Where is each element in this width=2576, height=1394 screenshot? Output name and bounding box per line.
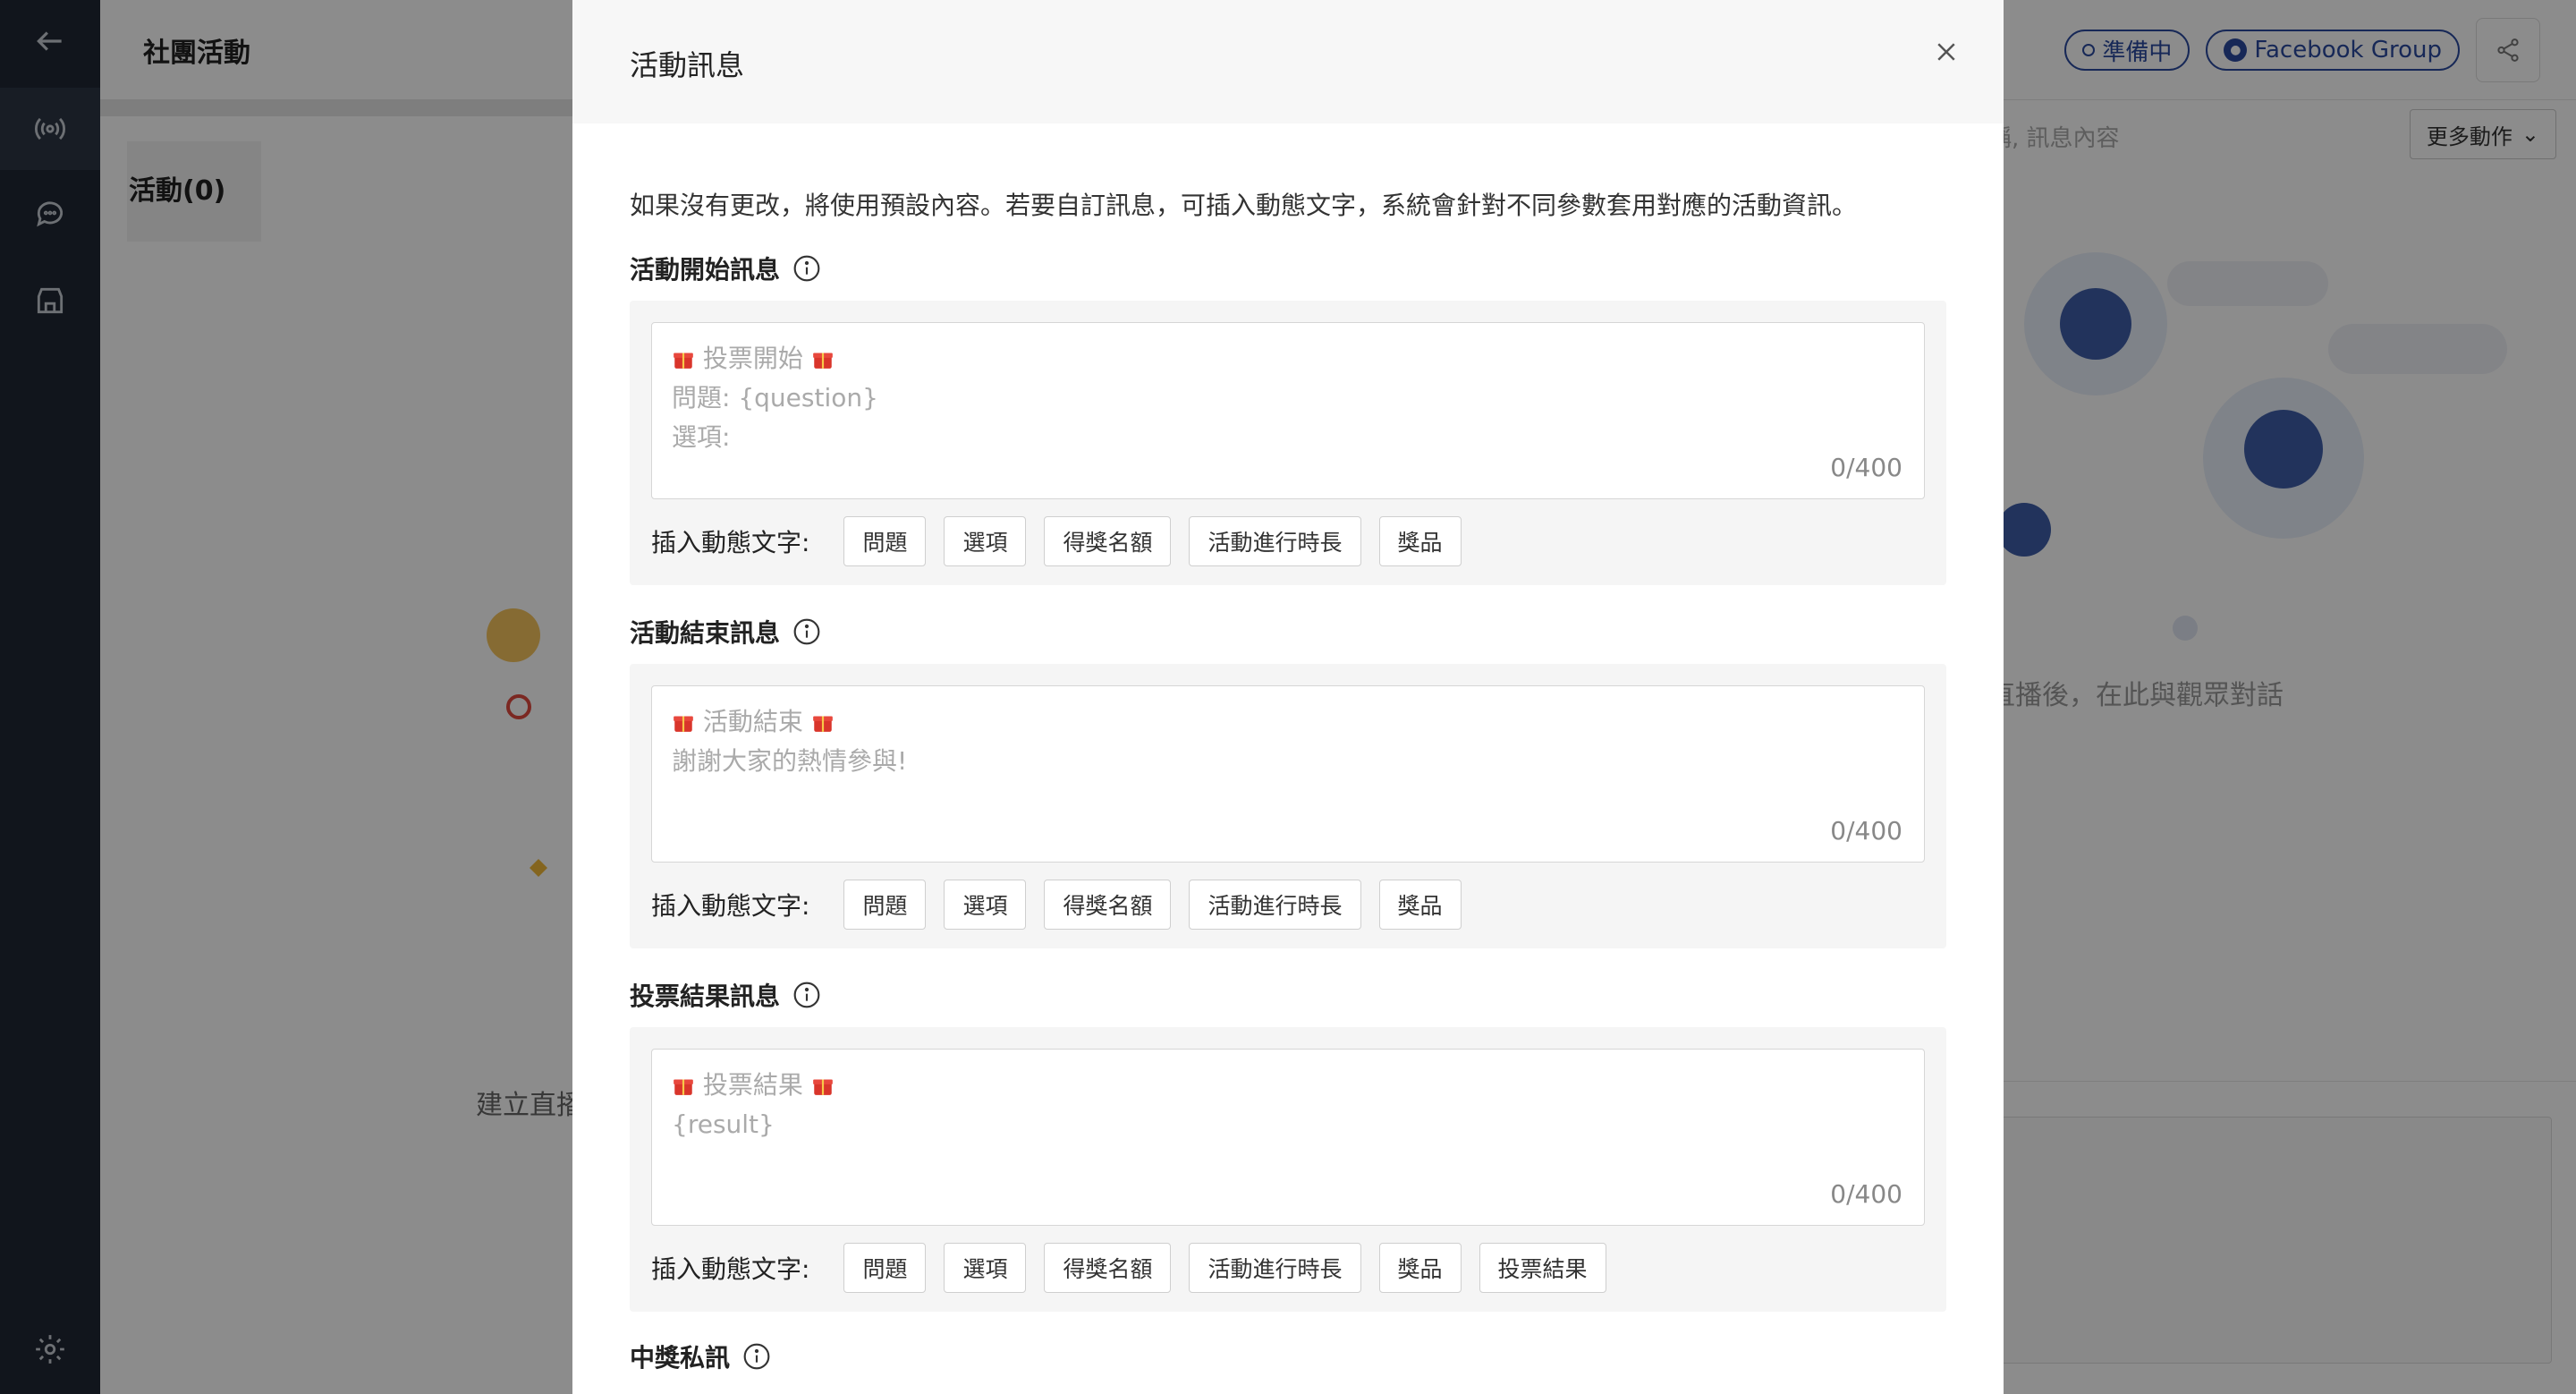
modal-title: 活動訊息 bbox=[630, 48, 745, 82]
section-start-label: 活動開始訊息 bbox=[630, 251, 821, 286]
insert-label: 插入動態文字: bbox=[651, 1254, 810, 1284]
section-result-label: 投票結果訊息 bbox=[630, 977, 821, 1013]
char-counter: 0/400 bbox=[1830, 816, 1902, 846]
insert-dynamic-row: 插入動態文字: 問題 選項 得獎名額 活動進行時長 獎品 投票結果 bbox=[651, 1242, 1606, 1294]
chip-options[interactable]: 選項 bbox=[944, 880, 1027, 930]
chip-prize[interactable]: 獎品 bbox=[1378, 1243, 1462, 1293]
section-end-box: 活動結束 謝謝大家的熱情參與! 0/400 插入動態文字: 問題 選項 得獎名額… bbox=[630, 664, 1946, 948]
gift-icon bbox=[674, 716, 693, 732]
section-result-box: 投票結果 {result} 0/400 插入動態文字: 問題 選項 得獎名額 活… bbox=[630, 1027, 1946, 1312]
textarea-line: 謝謝大家的熱情參與! bbox=[672, 746, 908, 776]
gift-icon bbox=[674, 1079, 693, 1095]
info-icon[interactable] bbox=[792, 981, 821, 1009]
chip-options[interactable]: 選項 bbox=[944, 516, 1027, 566]
section-end-label: 活動結束訊息 bbox=[630, 614, 821, 650]
gift-icon bbox=[674, 353, 693, 369]
activity-message-modal: 活動訊息 如果沒有更改，將使用預設內容。若要自訂訊息，可插入動態文字，系統會針對… bbox=[572, 0, 2004, 1394]
info-icon[interactable] bbox=[742, 1342, 771, 1371]
chip-winner-count[interactable]: 得獎名額 bbox=[1044, 880, 1172, 930]
chip-question[interactable]: 問題 bbox=[843, 1243, 927, 1293]
info-icon[interactable] bbox=[792, 254, 821, 283]
section-title: 活動結束訊息 bbox=[630, 618, 781, 648]
textarea-line: 投票開始 bbox=[702, 344, 803, 373]
chip-winner-count[interactable]: 得獎名額 bbox=[1044, 516, 1172, 566]
section-title: 投票結果訊息 bbox=[630, 982, 781, 1011]
insert-label: 插入動態文字: bbox=[651, 891, 810, 921]
char-counter: 0/400 bbox=[1830, 1179, 1902, 1209]
chip-options[interactable]: 選項 bbox=[944, 1243, 1027, 1293]
char-counter: 0/400 bbox=[1830, 453, 1902, 482]
chip-duration[interactable]: 活動進行時長 bbox=[1189, 880, 1361, 930]
gift-icon bbox=[812, 353, 833, 369]
textarea-line: 投票結果 bbox=[702, 1070, 803, 1100]
chip-question[interactable]: 問題 bbox=[843, 516, 927, 566]
textarea-line: 選項: bbox=[672, 422, 731, 452]
gift-icon bbox=[812, 1079, 833, 1095]
chip-question[interactable]: 問題 bbox=[843, 880, 927, 930]
section-title: 中獎私訊 bbox=[630, 1343, 731, 1373]
section-winner-dm-label: 中獎私訊 bbox=[630, 1339, 771, 1374]
textarea-line: {result} bbox=[672, 1109, 775, 1139]
insert-label: 插入動態文字: bbox=[651, 528, 810, 557]
close-icon bbox=[1937, 43, 1955, 61]
chip-prize[interactable]: 獎品 bbox=[1378, 880, 1462, 930]
textarea-line: 活動結束 bbox=[702, 707, 803, 736]
chip-prize[interactable]: 獎品 bbox=[1378, 516, 1462, 566]
gift-icon bbox=[812, 716, 833, 732]
chip-winner-count[interactable]: 得獎名額 bbox=[1044, 1243, 1172, 1293]
chip-vote-result[interactable]: 投票結果 bbox=[1479, 1243, 1606, 1293]
insert-dynamic-row: 插入動態文字: 問題 選項 得獎名額 活動進行時長 獎品 bbox=[651, 515, 1462, 567]
section-start-box: 投票開始 問題: {question} 選項: 0/400 插入動態文字: 問題… bbox=[630, 301, 1946, 585]
modal-description: 如果沒有更改，將使用預設內容。若要自訂訊息，可插入動態文字，系統會針對不同參數套… bbox=[630, 191, 1858, 220]
result-message-textarea[interactable]: 投票結果 {result} 0/400 bbox=[651, 1049, 1925, 1226]
close-button[interactable] bbox=[1925, 30, 1968, 73]
modal-header: 活動訊息 bbox=[572, 0, 2004, 123]
start-message-textarea[interactable]: 投票開始 問題: {question} 選項: 0/400 bbox=[651, 322, 1925, 499]
chip-duration[interactable]: 活動進行時長 bbox=[1189, 1243, 1361, 1293]
section-title: 活動開始訊息 bbox=[630, 255, 781, 285]
textarea-line: 問題: {question} bbox=[672, 383, 878, 412]
chip-duration[interactable]: 活動進行時長 bbox=[1189, 516, 1361, 566]
info-icon[interactable] bbox=[792, 617, 821, 646]
insert-dynamic-row: 插入動態文字: 問題 選項 得獎名額 活動進行時長 獎品 bbox=[651, 879, 1462, 931]
end-message-textarea[interactable]: 活動結束 謝謝大家的熱情參與! 0/400 bbox=[651, 685, 1925, 863]
